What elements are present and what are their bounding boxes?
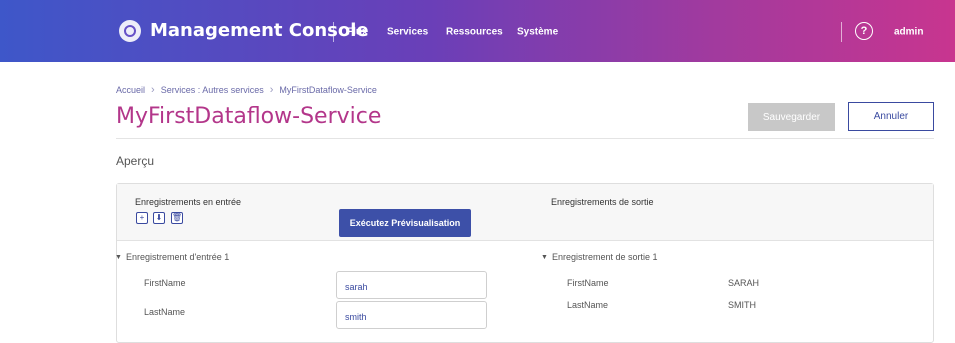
output-record-title: Enregistrement de sortie 1 xyxy=(551,252,658,262)
delete-icon[interactable]: 🗑 xyxy=(171,212,183,224)
input-record-title: Enregistrement d'entrée 1 xyxy=(125,252,230,262)
chevron-right-icon: › xyxy=(269,84,274,96)
download-icon[interactable]: ⬇ xyxy=(153,212,165,224)
breadcrumb-current: MyFirstDataflow-Service xyxy=(279,85,377,95)
output-field-value: SMITH xyxy=(728,300,756,310)
app-title[interactable]: Management Console xyxy=(150,20,369,41)
nav-item-ressources[interactable]: Ressources xyxy=(446,27,503,38)
preview-panel-header: Enregistrements en entrée + ⬇ 🗑 Exécutez… xyxy=(117,184,933,241)
add-record-icon[interactable]: + xyxy=(136,212,148,224)
page-title: MyFirstDataflow-Service xyxy=(116,104,382,129)
input-field-label: LastName xyxy=(144,307,186,317)
breadcrumb-home[interactable]: Accueil xyxy=(116,85,145,95)
input-records-label: Enregistrements en entrée xyxy=(135,197,242,207)
breadcrumb-services[interactable]: Services : Autres services xyxy=(161,85,264,95)
output-records-label: Enregistrements de sortie xyxy=(551,197,654,207)
firstname-input[interactable]: sarah xyxy=(336,271,487,299)
output-record-header[interactable]: ▼ Enregistrement de sortie 1 xyxy=(541,252,658,262)
nav-item-systeme[interactable]: Système xyxy=(517,27,558,38)
nav-separator xyxy=(333,22,334,42)
save-button[interactable]: Sauvegarder xyxy=(748,103,835,131)
output-field-label: FirstName xyxy=(567,278,609,288)
input-record-header[interactable]: ▼ Enregistrement d'entrée 1 xyxy=(115,252,229,262)
header-divider xyxy=(116,138,934,139)
user-menu[interactable]: admin xyxy=(894,27,923,38)
help-icon[interactable]: ? xyxy=(855,22,873,40)
breadcrumb: Accueil › Services : Autres services › M… xyxy=(116,84,377,96)
caret-down-icon: ▼ xyxy=(115,253,122,261)
lastname-input[interactable]: smith xyxy=(336,301,487,329)
input-field-label: FirstName xyxy=(144,278,186,288)
cancel-button[interactable]: Annuler xyxy=(848,102,934,131)
section-title: Aperçu xyxy=(116,154,155,168)
caret-down-icon: ▼ xyxy=(541,253,548,261)
run-preview-button[interactable]: Exécutez Prévisualisation xyxy=(339,209,471,237)
preview-panel: Enregistrements en entrée + ⬇ 🗑 Exécutez… xyxy=(115,183,934,343)
output-field-value: SARAH xyxy=(728,278,760,288)
top-bar: Management Console Flux Services Ressour… xyxy=(0,0,955,62)
header-separator xyxy=(841,22,842,42)
output-field-label: LastName xyxy=(567,300,609,310)
app-logo-icon[interactable] xyxy=(119,20,141,42)
chevron-right-icon: › xyxy=(151,84,155,96)
nav-item-services[interactable]: Services xyxy=(387,27,428,38)
nav-item-flux[interactable]: Flux xyxy=(347,27,368,38)
